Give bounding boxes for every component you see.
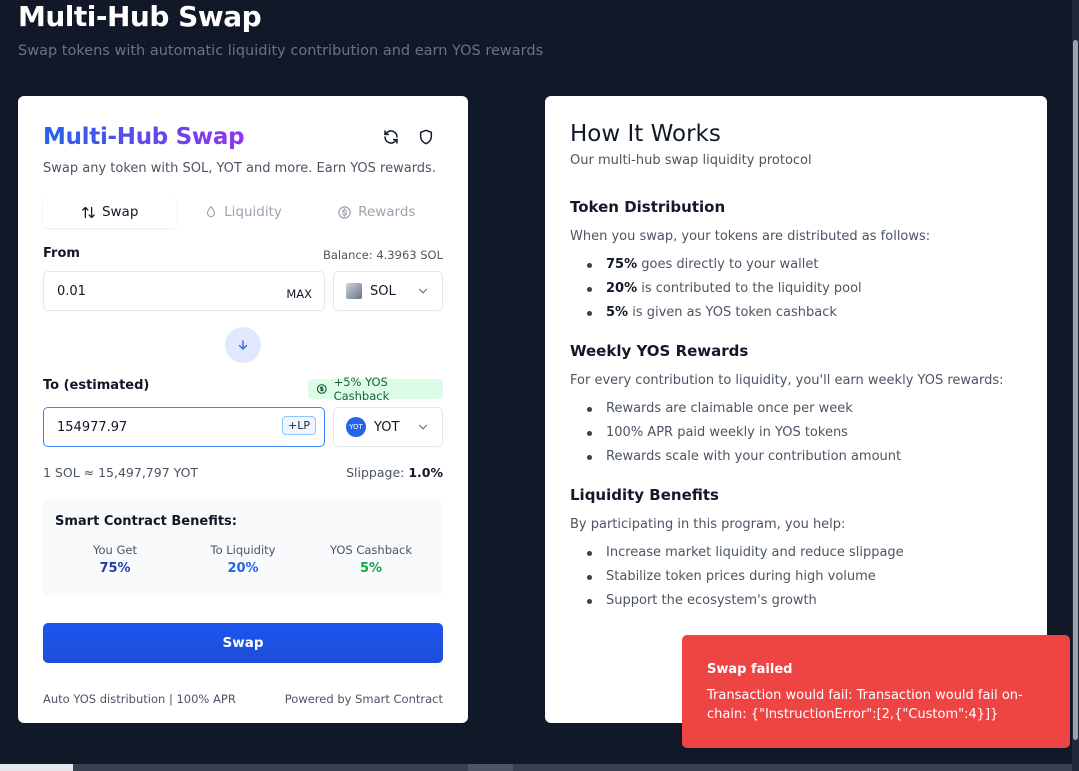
cashback-badge-label: +5% YOS Cashback [333, 375, 390, 403]
swap-card-title: Multi-Hub Swap [43, 124, 245, 150]
from-token-label: SOL [370, 283, 396, 299]
benefits-panel: Smart Contract Benefits: You Get 75% To … [43, 499, 443, 596]
tab-liquidity-label: Liquidity [224, 204, 282, 220]
tab-swap-label: Swap [101, 204, 139, 220]
list-item: Increase market liquidity and reduce sli… [570, 541, 1030, 565]
how-it-works-card: How It Works Our multi-hub swap liquidit… [545, 96, 1047, 723]
section-heading: Liquidity Benefits [570, 486, 719, 504]
scrollbar-segment [468, 764, 513, 771]
page-title: Multi-Hub Swap [18, 0, 262, 33]
slippage: Slippage: 1.0% [346, 465, 443, 480]
benefit-label: You Get [93, 543, 137, 557]
swap-button[interactable]: Swap [43, 623, 443, 663]
swap-tabs: Swap Liquidity Rewards [43, 196, 443, 228]
tab-swap[interactable]: Swap [43, 196, 176, 228]
benefit-value: 20% [227, 561, 259, 576]
item-text: is given as YOS token cashback [628, 305, 837, 320]
to-label: To (estimated) [43, 378, 150, 393]
scrollbar-segment [0, 764, 73, 771]
benefit-label: YOS Cashback [329, 543, 413, 557]
benefit-to-liquidity: To Liquidity 20% [183, 543, 303, 576]
item-bold: 5% [606, 305, 629, 320]
section-token-distribution: Token Distribution When you swap, your t… [570, 198, 1030, 325]
list-item: 20% is contributed to the liquidity pool [570, 277, 1030, 301]
sol-token-icon [346, 283, 362, 299]
section-desc: By participating in this program, you he… [570, 517, 846, 532]
error-toast[interactable]: Swap failed Transaction would fail: Tran… [682, 635, 1070, 748]
info-title: How It Works [570, 121, 721, 147]
list-item: 100% APR paid weekly in YOS tokens [570, 421, 1030, 445]
toast-title: Swap failed [707, 662, 793, 677]
refresh-icon[interactable] [380, 126, 402, 148]
benefit-value: 75% [99, 561, 131, 576]
vertical-scrollbar[interactable] [1072, 0, 1079, 771]
scrollbar-thumb[interactable] [1073, 40, 1078, 740]
shield-icon[interactable] [415, 126, 437, 148]
horizontal-scrollbar[interactable] [0, 764, 1072, 771]
footer-powered-by: Powered by Smart Contract [284, 692, 443, 706]
to-token-label: YOT [374, 419, 400, 435]
chevron-down-icon [418, 288, 428, 294]
benefit-value: 5% [359, 561, 383, 576]
dollar-circle-icon [316, 384, 327, 394]
arrow-down-icon [238, 340, 248, 350]
item-bold: 75% [606, 257, 638, 272]
section-weekly-rewards: Weekly YOS Rewards For every contributio… [570, 342, 1030, 469]
page-subtitle: Swap tokens with automatic liquidity con… [18, 43, 544, 59]
exchange-rate: 1 SOL ≈ 15,497,797 YOT [43, 465, 199, 480]
item-bold: 20% [606, 281, 638, 296]
slippage-label: Slippage: [346, 465, 405, 480]
list-item: Rewards are claimable once per week [570, 397, 1030, 421]
benefits-title: Smart Contract Benefits: [55, 514, 237, 529]
from-balance: Balance: 4.3963 SOL [322, 248, 443, 262]
tab-rewards-label: Rewards [358, 204, 416, 220]
section-heading: Weekly YOS Rewards [570, 342, 749, 360]
slippage-value: 1.0% [408, 465, 443, 480]
tab-rewards[interactable]: Rewards [310, 196, 443, 228]
section-desc: When you swap, your tokens are distribut… [570, 229, 931, 244]
benefit-you-get: You Get 75% [55, 543, 175, 576]
to-amount-input[interactable]: 154977.97 +LP [43, 407, 325, 447]
list-item: 75% goes directly to your wallet [570, 253, 1030, 277]
yot-token-icon: YOT [346, 417, 366, 437]
benefit-label: To Liquidity [210, 543, 276, 557]
item-text: is contributed to the liquidity pool [637, 281, 862, 296]
section-liquidity-benefits: Liquidity Benefits By participating in t… [570, 486, 1030, 613]
section-heading: Token Distribution [570, 198, 726, 216]
max-button[interactable]: MAX [286, 287, 312, 301]
switch-direction-button[interactable] [225, 327, 261, 363]
tab-liquidity[interactable]: Liquidity [176, 196, 309, 228]
item-text: goes directly to your wallet [637, 257, 819, 272]
benefit-yos-cashback: YOS Cashback 5% [311, 543, 431, 576]
section-desc: For every contribution to liquidity, you… [570, 373, 1004, 388]
cashback-badge: +5% YOS Cashback [308, 375, 443, 403]
info-subtitle: Our multi-hub swap liquidity protocol [570, 153, 812, 168]
to-token-select[interactable]: YOT YOT [333, 407, 443, 447]
swap-card-subtitle: Swap any token with SOL, YOT and more. E… [43, 161, 436, 176]
lp-badge: +LP [282, 416, 316, 435]
from-label: From [43, 246, 80, 261]
from-amount-input[interactable]: 0.01 MAX [43, 271, 325, 311]
from-token-select[interactable]: SOL [333, 271, 443, 311]
dollar-circle-icon [338, 205, 351, 219]
list-item: 5% is given as YOS token cashback [570, 301, 1030, 325]
swap-arrows-icon [82, 206, 95, 218]
list-item: Support the ecosystem's growth [570, 589, 1030, 613]
toast-message: Transaction would fail: Transaction woul… [707, 688, 1023, 722]
footer-distribution: Auto YOS distribution | 100% APR [43, 692, 236, 706]
swap-card: Multi-Hub Swap Swap any token with SOL, … [18, 96, 468, 723]
list-item: Rewards scale with your contribution amo… [570, 445, 1030, 469]
chevron-down-icon [418, 424, 428, 430]
droplet-icon [207, 206, 216, 218]
from-amount-value: 0.01 [57, 284, 86, 299]
to-amount-value: 154977.97 [57, 420, 128, 435]
list-item: Stabilize token prices during high volum… [570, 565, 1030, 589]
